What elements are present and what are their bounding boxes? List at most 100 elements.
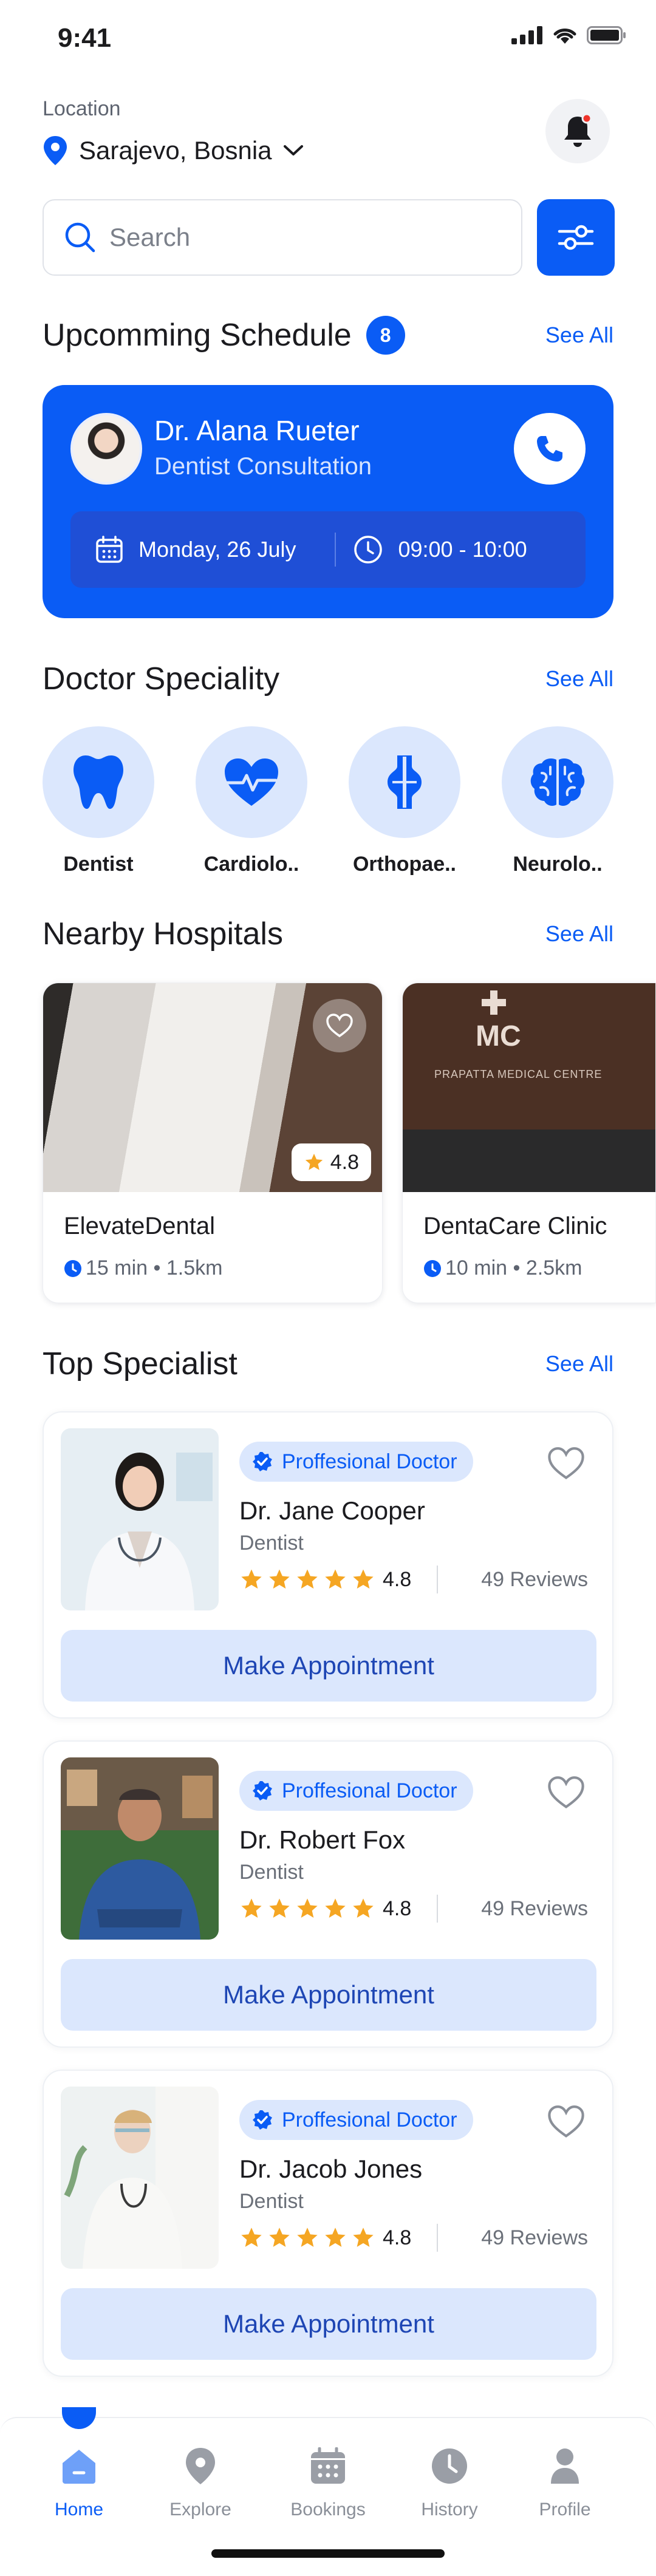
verified-badge-label: Proffesional Doctor	[282, 2108, 457, 2131]
star-icon	[297, 1569, 318, 1589]
speciality-orthopaedics-circle	[349, 726, 460, 838]
speciality-neurology-circle	[502, 726, 613, 838]
speciality-cardiology[interactable]: Cardiolo..	[196, 726, 307, 876]
doctor-card[interactable]: Proffesional Doctor Dr. Robert Fox Denti…	[43, 1740, 613, 2048]
doctor-photo	[61, 1428, 219, 1610]
notification-button[interactable]	[545, 99, 610, 163]
tab-profile[interactable]: Profile	[510, 2446, 620, 2520]
doctor-rating: 4.8	[383, 1567, 412, 1591]
location-selector[interactable]: Sarajevo, Bosnia	[43, 135, 304, 166]
heart-outline-icon	[548, 1447, 584, 1479]
hospital-name: ElevateDental	[64, 1213, 216, 1239]
hospital-photo: 4.8	[43, 983, 382, 1192]
doctor-rating-row: 4.8 49 Reviews	[239, 2224, 588, 2252]
clock-filled-icon	[64, 1259, 81, 1277]
speciality-orthopaedics[interactable]: Orthopae..	[349, 726, 460, 876]
hospitals-see-all-link[interactable]: See All	[545, 921, 613, 947]
clinic-sign: MC	[476, 1020, 521, 1052]
speciality-title: Doctor Speciality	[43, 661, 280, 697]
make-appointment-button[interactable]: Make Appointment	[61, 1630, 596, 1702]
map-pin-icon	[44, 136, 67, 165]
hospital-card[interactable]: 4.8 ElevateDental 15 min • 1.5km	[43, 983, 383, 1303]
rating-divider	[437, 1566, 439, 1593]
tab-label: Explore	[169, 2499, 231, 2520]
tab-home[interactable]: Home	[24, 2446, 134, 2520]
doctor-rating: 4.8	[383, 2226, 412, 2249]
verified-icon	[253, 1781, 272, 1801]
specialists-see-all-link[interactable]: See All	[545, 1351, 613, 1377]
speciality-label: Dentist	[63, 853, 134, 876]
doctor-rating-row: 4.8 49 Reviews	[239, 1566, 588, 1593]
schedule-card[interactable]: Dr. Alana Rueter Dentist Consultation Mo…	[43, 385, 613, 618]
speciality-see-all-link[interactable]: See All	[545, 666, 613, 692]
heart-outline-icon	[326, 1014, 353, 1038]
hospitals-title: Nearby Hospitals	[43, 916, 283, 952]
schedule-title: Upcomming Schedule	[43, 318, 352, 353]
tab-explore[interactable]: Explore	[146, 2446, 255, 2520]
favorite-button[interactable]	[544, 2100, 588, 2144]
schedule-count-badge: 8	[366, 316, 405, 355]
filter-button[interactable]	[537, 199, 615, 276]
schedule-date-cell: Monday, 26 July	[70, 535, 296, 564]
star-rating	[239, 1567, 375, 1592]
doctor-role: Dentist	[239, 2190, 304, 2213]
speciality-dentist[interactable]: Dentist	[43, 726, 154, 876]
schedule-time: 09:00 - 10:00	[398, 537, 527, 562]
search-box[interactable]	[43, 199, 522, 276]
active-tab-indicator	[62, 2407, 96, 2429]
specialists-title: Top Specialist	[43, 1346, 237, 1382]
doctor-card[interactable]: Proffesional Doctor Dr. Jacob Jones Dent…	[43, 2070, 613, 2377]
star-icon	[297, 2227, 318, 2247]
hospital-rating-badge: 4.8	[291, 1143, 371, 1181]
make-appointment-button[interactable]: Make Appointment	[61, 2288, 596, 2360]
star-icon	[241, 1898, 262, 1918]
clock-icon	[354, 536, 383, 564]
bell-icon	[564, 113, 592, 147]
doctor-card[interactable]: Proffesional Doctor Dr. Jane Cooper Dent…	[43, 1411, 613, 1719]
star-icon	[269, 1898, 290, 1918]
status-bar: 9:41	[0, 0, 656, 73]
speciality-label: Orthopae..	[352, 853, 457, 876]
tab-label: Profile	[539, 2499, 591, 2520]
verified-badge: Proffesional Doctor	[239, 2100, 473, 2140]
doctor-reviews: 49 Reviews	[481, 2226, 588, 2249]
star-icon	[325, 2227, 346, 2247]
hospital-name: DentaCare Clinic	[423, 1213, 607, 1239]
favorite-button[interactable]	[544, 1771, 588, 1814]
hospital-card[interactable]: MC PRAPATTA MEDICAL CENTRE DentaCare Cli…	[402, 983, 656, 1303]
doctor-portrait	[85, 1453, 213, 1610]
doctor-name: Dr. Robert Fox	[239, 1825, 406, 1854]
star-icon	[353, 1898, 374, 1918]
tab-label: Bookings	[290, 2499, 366, 2520]
favorite-button[interactable]	[313, 999, 366, 1052]
speciality-cardiology-circle	[196, 726, 307, 838]
star-rating	[239, 1896, 375, 1921]
make-appointment-button[interactable]: Make Appointment	[61, 1959, 596, 2031]
verified-badge: Proffesional Doctor	[239, 1442, 473, 1482]
doctor-role: Dentist	[239, 1861, 304, 1884]
verified-icon	[253, 1452, 272, 1471]
star-icon	[325, 1898, 346, 1918]
schedule-title-wrap: Upcomming Schedule 8	[43, 316, 405, 355]
doctor-role: Dentist	[239, 1532, 304, 1555]
hospital-meta-row: 10 min • 2.5km	[423, 1256, 582, 1280]
schedule-divider	[335, 533, 337, 567]
search-input[interactable]	[109, 223, 486, 252]
calendar-icon	[96, 536, 123, 563]
call-button[interactable]	[514, 413, 586, 485]
hospital-meta: 10 min • 2.5km	[445, 1256, 583, 1279]
tab-label: History	[421, 2499, 478, 2520]
schedule-see-all-link[interactable]: See All	[545, 322, 613, 348]
doctor-reviews: 49 Reviews	[481, 1896, 588, 1920]
tab-history[interactable]: History	[395, 2446, 504, 2520]
home-indicator	[211, 2549, 445, 2558]
schedule-date: Monday, 26 July	[138, 537, 296, 562]
hospital-photo: MC PRAPATTA MEDICAL CENTRE	[403, 983, 655, 1192]
speciality-neurology[interactable]: Neurolo..	[502, 726, 613, 876]
schedule-doctor-name: Dr. Alana Rueter	[154, 415, 360, 446]
verified-badge: Proffesional Doctor	[239, 1771, 473, 1811]
favorite-button[interactable]	[544, 1442, 588, 1485]
verified-badge-label: Proffesional Doctor	[282, 1450, 457, 1473]
tab-bookings[interactable]: Bookings	[273, 2446, 383, 2520]
star-rating	[239, 2226, 375, 2250]
